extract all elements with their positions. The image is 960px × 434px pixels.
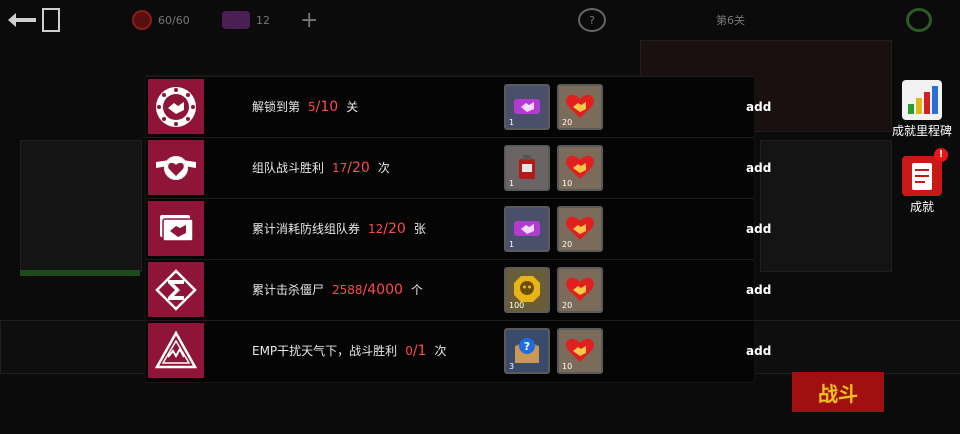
progress-total: /4000 [362,281,403,298]
level-title: 第6关 [716,14,745,27]
achievement-row: 累计消耗防线组队券 12/20 张 1 20 add [146,198,771,257]
progress-total: /20 [347,159,370,176]
add-button[interactable]: add [746,199,771,258]
clipboard-icon: ! [902,148,948,196]
winged-heart-icon [148,140,204,195]
reward-heart[interactable]: 10 [557,145,603,191]
battle-banner[interactable]: 战斗 [792,372,884,412]
add-button[interactable]: add [746,138,771,197]
plus-icon: + [300,7,319,33]
ticket-stack-icon [148,201,204,256]
reward-heart[interactable]: 10 [557,328,603,374]
left-card [20,140,142,272]
achievement-desc: EMP干扰天气下，战斗胜利 0/1 次 [252,342,447,359]
progress-total: /1 [412,342,427,359]
settings-gear-icon[interactable] [906,8,932,32]
back-arrow-icon [8,13,36,27]
add-button[interactable]: add [746,260,771,319]
reward-ticket[interactable]: 1 [504,206,550,252]
achievement-desc: 累计击杀僵尸 2588/4000 个 [252,281,423,298]
reward-heart[interactable]: 20 [557,267,603,313]
achievement-row: 累计击杀僵尸 2588/4000 个 100 20 add [146,259,771,318]
achievement-button[interactable]: ! 成就 [884,148,960,215]
sigma-icon [148,262,204,317]
progress-current: 17 [332,160,348,175]
energy-icon [132,10,152,30]
achievement-list-modal: 解锁到第 5/10 关 1 20 add 组队战斗胜利 17/20 次 1 10 [146,76,771,382]
achievement-row: EMP干扰天气下，战斗胜利 0/1 次 ? 3 10 add [146,320,771,379]
add-button[interactable]: add [746,77,771,136]
mystery-box-icon: ? [515,338,539,363]
reward-heart[interactable]: 20 [557,84,603,130]
lightning-triangle-icon [148,323,204,378]
progress-current: 2588 [332,282,363,297]
energy-counter: 60/60 [132,8,190,32]
ticket-icon [222,11,250,29]
reward-mystery-box[interactable]: ? 3 [504,328,550,374]
achievement-row: 组队战斗胜利 17/20 次 1 10 add [146,137,771,196]
svg-text:?: ? [524,340,530,353]
help-button[interactable]: ? [578,8,606,32]
right-card [760,140,892,272]
progress-total: /20 [383,220,406,237]
fuel-can-icon [519,155,535,179]
reward-ticket[interactable]: 1 [504,84,550,130]
ticket-icon [514,221,540,236]
progress-current: 12 [368,221,384,236]
achievement-desc: 累计消耗防线组队券 12/20 张 [252,220,426,237]
energy-value: 60/60 [158,13,190,27]
top-bar: 60/60 12 + ? 第6关 [0,0,960,40]
add-ticket-button[interactable]: + [300,7,319,33]
ticket-value: 12 [256,13,270,27]
exit-door-icon [42,8,60,32]
achievement-desc: 组队战斗胜利 17/20 次 [252,159,390,176]
progress-strip [20,270,140,276]
add-button[interactable]: add [746,321,771,380]
reward-skull-coin[interactable]: 100 [504,267,550,313]
ticket-counter: 12 [222,8,270,32]
progress-current: 0 [405,343,413,358]
back-button[interactable] [8,8,66,32]
achievement-desc: 解锁到第 5/10 关 [252,98,359,115]
progress-current: 5 [308,99,316,114]
help-icon: ? [589,13,595,27]
achievement-row: 解锁到第 5/10 关 1 20 add [146,76,771,135]
bar-chart-icon [902,80,942,120]
achievement-milestone-button[interactable]: 成就里程碑 [884,80,960,139]
ticket-icon [514,99,540,114]
handshake-stars-icon [148,79,204,134]
reward-fuel-can[interactable]: 1 [504,145,550,191]
reward-heart[interactable]: 20 [557,206,603,252]
notice-badge: ! [934,148,948,162]
progress-total: /10 [315,98,339,115]
